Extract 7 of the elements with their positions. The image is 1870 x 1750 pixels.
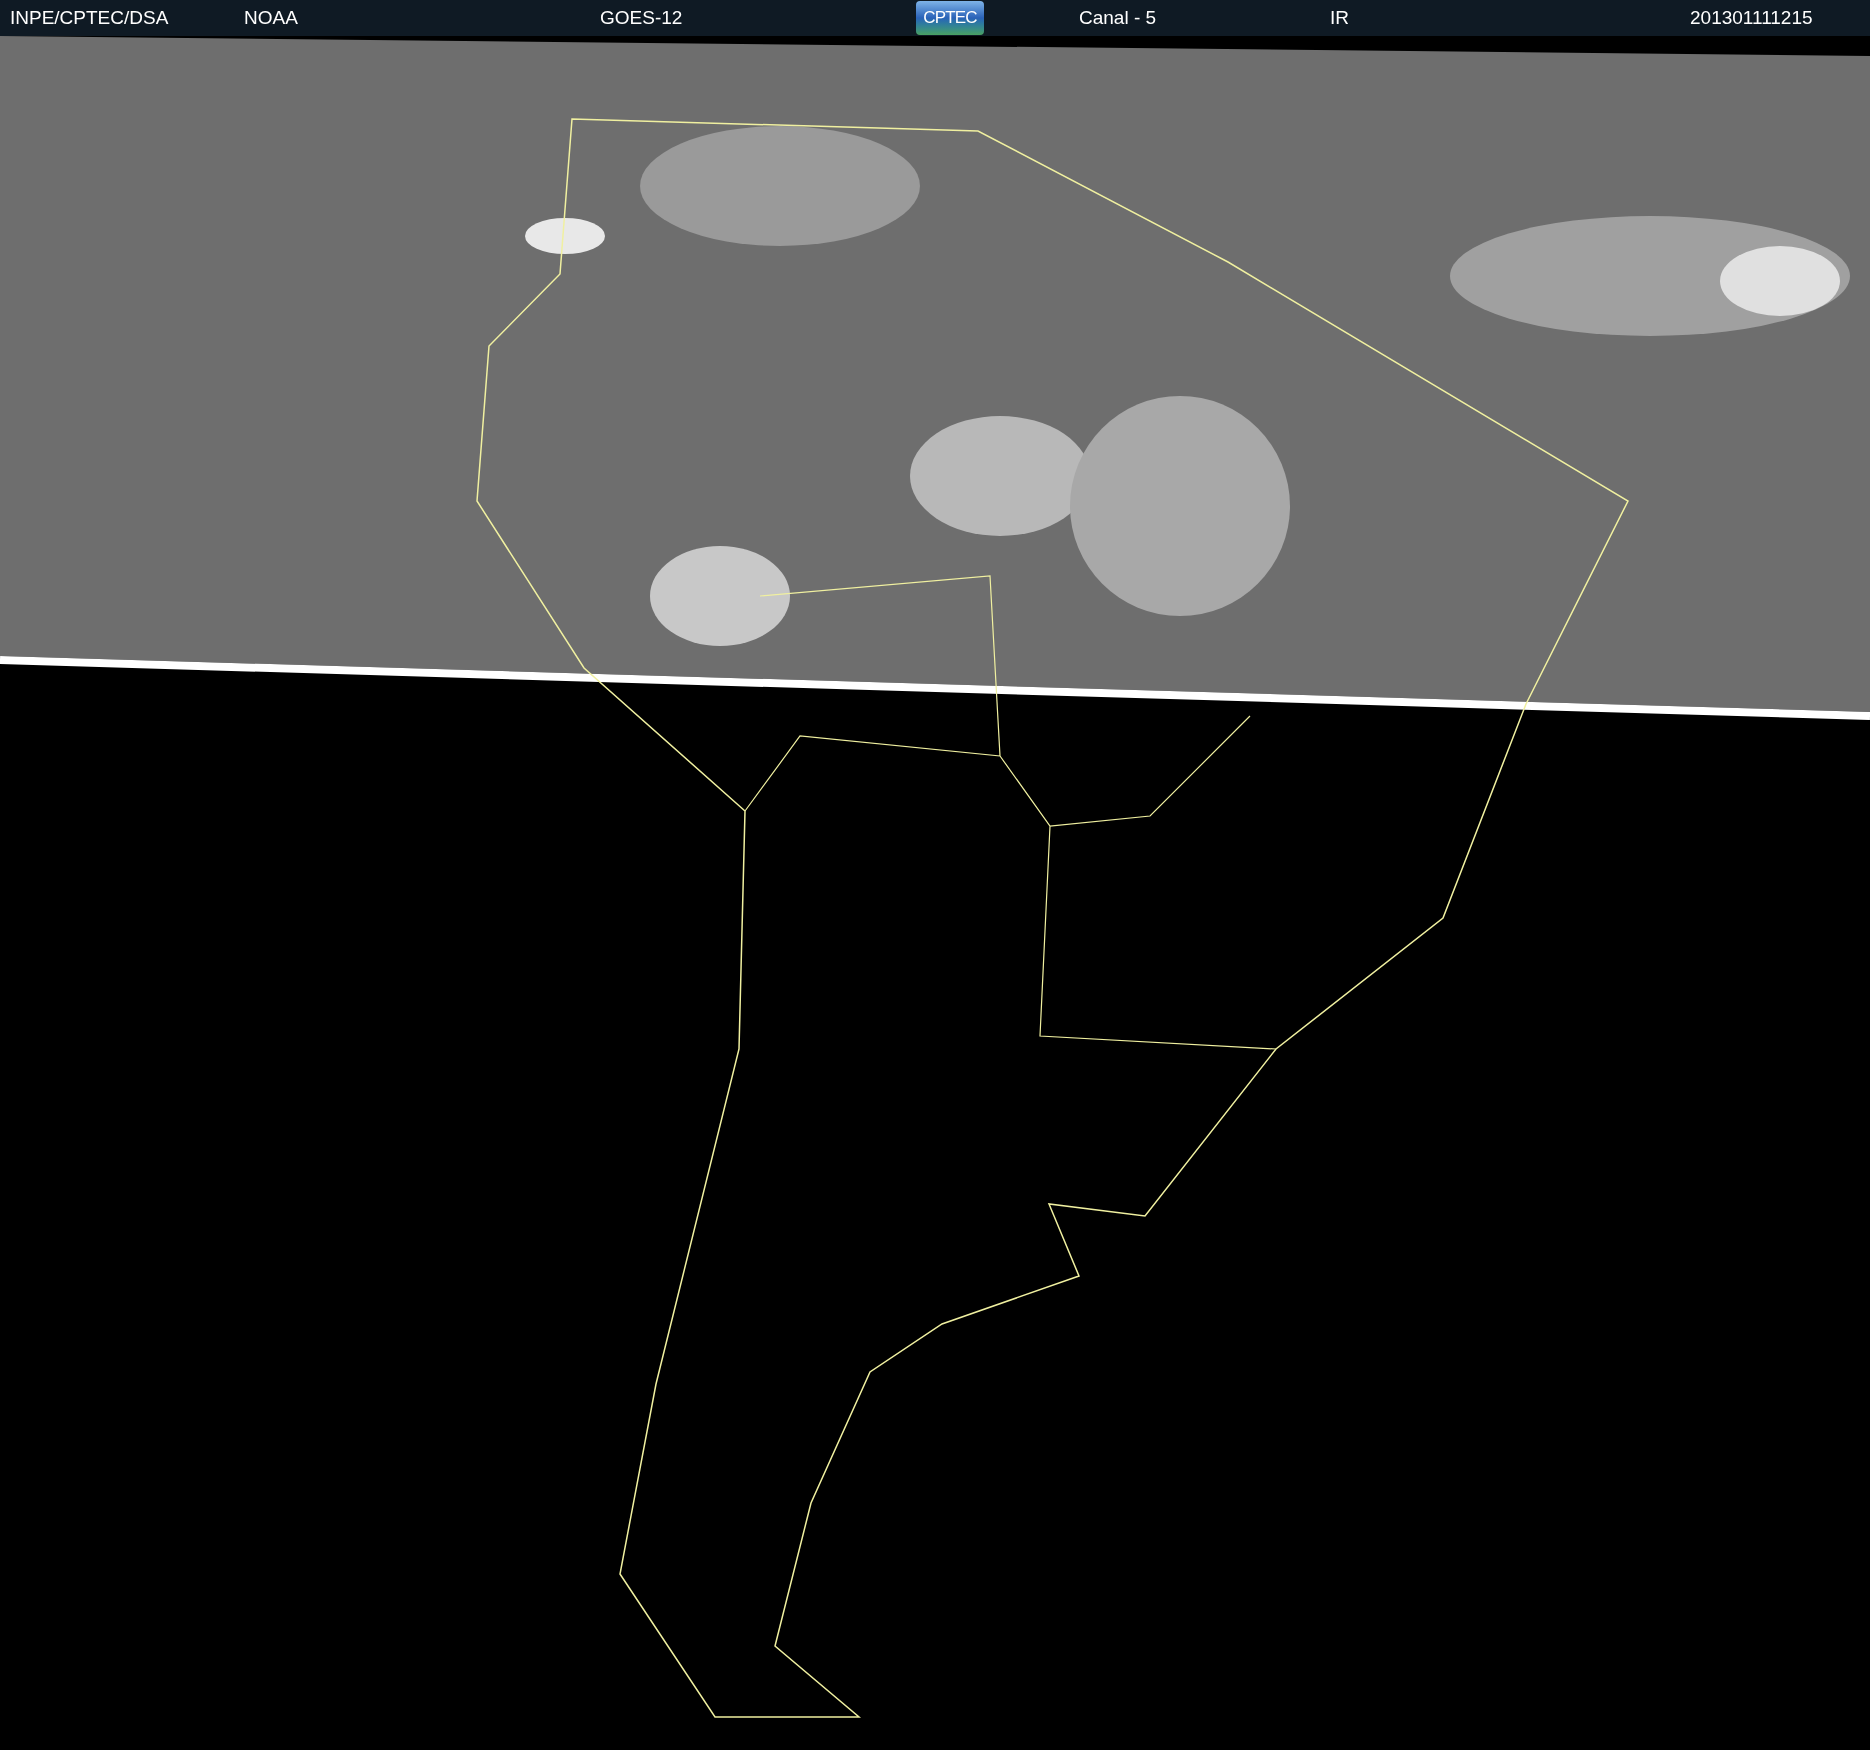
- band-label: IR: [1330, 6, 1349, 28]
- channel-label: Canal - 5: [1079, 6, 1157, 28]
- satellite-label: GOES-12: [600, 6, 683, 28]
- logo: CPTEC: [916, 1, 984, 35]
- timestamp-label: 201301111215: [1690, 6, 1813, 28]
- source-label: INPE/CPTEC/DSA: [10, 6, 169, 28]
- agency-label: NOAA: [244, 6, 298, 28]
